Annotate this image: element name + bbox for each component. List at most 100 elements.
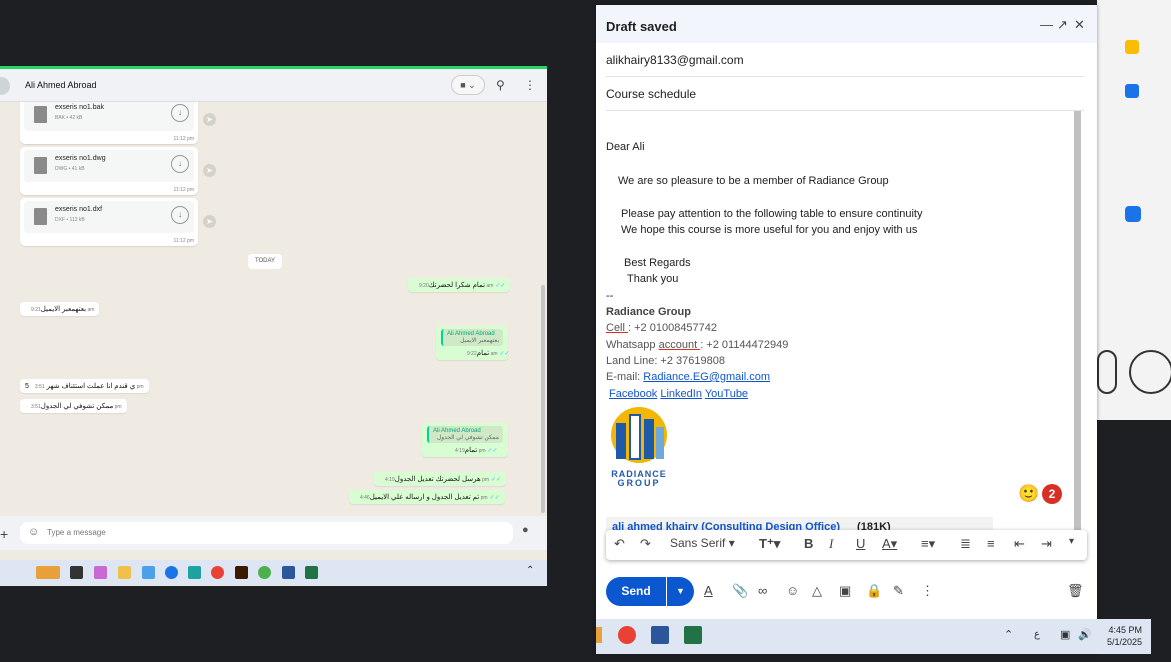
close-icon[interactable]: ✕ bbox=[1074, 17, 1085, 33]
map-pin-icon bbox=[1125, 40, 1139, 54]
video-call-button[interactable]: ■ ⌄ bbox=[451, 75, 485, 95]
file-message[interactable]: exseris no1.dxf DXF • 113 kB ↓ 11:12 pm bbox=[20, 198, 198, 246]
to-field[interactable]: alikhairy8133@gmail.com bbox=[606, 45, 1084, 77]
formatting-options-icon[interactable]: A bbox=[704, 583, 713, 598]
file-message[interactable]: exseris no1.bak BAK • 42 kB ↓ 11:12 pm bbox=[20, 102, 198, 144]
illustrator-icon[interactable] bbox=[235, 566, 248, 579]
download-icon[interactable]: ↓ bbox=[171, 206, 189, 224]
italic-icon[interactable]: I bbox=[829, 536, 833, 552]
forward-icon[interactable]: ➤ bbox=[203, 113, 216, 126]
attach-plus-icon[interactable]: + bbox=[0, 526, 8, 542]
message-bubble[interactable]: تم تعديل الجدول و ارساله علي الايميل4:46… bbox=[349, 490, 505, 504]
numbered-list-icon[interactable]: ≣ bbox=[960, 536, 971, 552]
redo-icon[interactable]: ↷ bbox=[640, 536, 651, 552]
contact-name[interactable]: Ali Ahmed Abroad bbox=[25, 80, 97, 90]
message-bubble[interactable]: ي قندم انا عملت استئناف شهر 53:51 pm bbox=[20, 379, 149, 393]
app-icon[interactable] bbox=[596, 627, 602, 643]
forward-icon[interactable]: ➤ bbox=[203, 215, 216, 228]
compose-header[interactable]: Draft saved — ↗ ✕ bbox=[596, 5, 1097, 43]
send-button[interactable]: Send bbox=[606, 577, 666, 606]
excel-icon[interactable] bbox=[684, 626, 702, 644]
word-icon[interactable] bbox=[282, 566, 295, 579]
quoted-message[interactable]: Ali Ahmed Abroad بعتهمعبر الايميل bbox=[441, 329, 503, 346]
download-icon[interactable]: ↓ bbox=[171, 104, 189, 122]
download-icon[interactable]: ↓ bbox=[171, 155, 189, 173]
search-icon[interactable]: ⚲ bbox=[496, 78, 505, 92]
microphone-icon[interactable]: ● bbox=[522, 524, 529, 536]
text-color-icon[interactable]: A▾ bbox=[882, 536, 897, 552]
app-icon[interactable] bbox=[70, 566, 83, 579]
app-icon[interactable] bbox=[142, 566, 155, 579]
subject-field[interactable]: Course schedule bbox=[606, 79, 1084, 111]
chrome-icon[interactable] bbox=[618, 626, 636, 644]
quoted-message[interactable]: Ali Ahmed Abroad ممكن تشوفي لي الجدول bbox=[427, 426, 503, 443]
message-bubble[interactable]: هرسل لحضرتك تعديل الجدول4:19 pm ✓✓ bbox=[374, 472, 507, 486]
bulleted-list-icon[interactable]: ≡ bbox=[987, 536, 995, 551]
emoji-icon[interactable]: ☺ bbox=[786, 583, 799, 598]
read-ticks-icon: ✓✓ bbox=[495, 283, 506, 289]
message-text: تمام bbox=[476, 350, 490, 357]
menu-icon[interactable]: ⋮ bbox=[524, 78, 536, 92]
emoji-icon[interactable]: ☺ bbox=[28, 526, 39, 538]
fullscreen-icon[interactable]: ↗ bbox=[1057, 17, 1068, 33]
confidential-lock-icon[interactable]: 🔒 bbox=[866, 583, 882, 599]
underline-icon[interactable]: U bbox=[856, 536, 865, 551]
language-indicator[interactable]: ع bbox=[1034, 629, 1040, 640]
chevron-up-icon[interactable]: ⌃ bbox=[1004, 628, 1013, 641]
message-bubble[interactable]: بعتهمعبر الايميل9:21 am bbox=[20, 302, 100, 316]
chrome-icon[interactable] bbox=[211, 566, 224, 579]
message-bubble[interactable]: Ali Ahmed Abroad بعتهمعبر الايميل تمام9:… bbox=[436, 326, 510, 360]
chat-scrollbar[interactable] bbox=[541, 285, 545, 513]
message-body[interactable]: Dear Ali We are so pleasure to be a memb… bbox=[606, 115, 1068, 515]
chat-header: Ali Ahmed Abroad ■ ⌄ ⚲ ⋮ bbox=[0, 69, 547, 102]
attach-file-icon[interactable]: 📎 bbox=[732, 583, 748, 599]
minimize-icon[interactable]: — bbox=[1040, 17, 1053, 32]
send-options-icon[interactable]: ▼ bbox=[667, 577, 694, 606]
word-icon[interactable] bbox=[651, 626, 669, 644]
message-bubble[interactable]: ممكن تشوفي لي الجدول3:51 pm bbox=[20, 399, 127, 413]
insert-link-icon[interactable]: ∞ bbox=[758, 583, 767, 598]
align-icon[interactable]: ≡▾ bbox=[921, 536, 935, 552]
email-link[interactable]: Radiance.EG@gmail.com bbox=[643, 371, 770, 383]
network-icon[interactable]: ▣ bbox=[1060, 628, 1070, 641]
body-scrollbar[interactable] bbox=[1074, 111, 1081, 535]
avatar[interactable] bbox=[0, 77, 10, 95]
more-formatting-icon[interactable]: ▾ bbox=[1069, 536, 1074, 547]
forward-icon[interactable]: ➤ bbox=[203, 164, 216, 177]
map-pin-icon bbox=[1125, 84, 1139, 98]
file-message[interactable]: exseris no1.dwg DWG • 41 kB ↓ 11:12 pm bbox=[20, 147, 198, 195]
undo-icon[interactable]: ↶ bbox=[614, 536, 625, 552]
edge-icon[interactable] bbox=[165, 566, 178, 579]
bold-icon[interactable]: B bbox=[804, 536, 813, 551]
file-icon bbox=[34, 208, 47, 225]
chrome-icon[interactable] bbox=[258, 566, 271, 579]
folder-icon[interactable] bbox=[118, 566, 131, 579]
message-input[interactable]: ☺ Type a message bbox=[20, 522, 513, 544]
indent-less-icon[interactable]: ⇤ bbox=[1014, 536, 1025, 552]
drive-icon[interactable]: △ bbox=[812, 583, 822, 599]
volume-icon[interactable]: 🔊 bbox=[1078, 628, 1092, 641]
signature-pen-icon[interactable]: ✎ bbox=[893, 583, 904, 599]
font-family-select[interactable]: Sans Serif ▾ bbox=[670, 536, 735, 550]
notification-badge[interactable]: 2 bbox=[1042, 484, 1062, 504]
message-bubble[interactable]: تمام شكرا لحضرتك9:20 am ✓✓ bbox=[408, 278, 511, 292]
radiance-logo-mark bbox=[611, 407, 667, 463]
app-icon[interactable] bbox=[188, 566, 201, 579]
discard-trash-icon[interactable]: 🗑 bbox=[1067, 583, 1084, 599]
insert-photo-icon[interactable]: ▣ bbox=[839, 583, 851, 599]
system-clock[interactable]: 4:45 PM 5/1/2025 bbox=[1104, 624, 1142, 648]
map-background bbox=[1097, 0, 1171, 420]
message-bubble[interactable]: Ali Ahmed Abroad ممكن تشوفي لي الجدول تم… bbox=[422, 423, 508, 457]
message-text: تمام شكرا لحضرتك bbox=[428, 282, 486, 289]
font-size-icon[interactable]: T⁺▾ bbox=[759, 536, 780, 552]
youtube-link[interactable]: YouTube bbox=[705, 388, 748, 400]
excel-icon[interactable] bbox=[305, 566, 318, 579]
chevron-up-icon[interactable]: ⌃ bbox=[526, 565, 534, 576]
app-icon[interactable] bbox=[94, 566, 107, 579]
linkedin-link[interactable]: LinkedIn bbox=[660, 388, 702, 400]
date-divider: TODAY bbox=[248, 254, 282, 269]
more-options-icon[interactable]: ⋮ bbox=[921, 583, 934, 599]
facebook-link[interactable]: Facebook bbox=[609, 388, 657, 400]
indent-more-icon[interactable]: ⇥ bbox=[1041, 536, 1052, 552]
app-icon[interactable] bbox=[36, 566, 60, 579]
